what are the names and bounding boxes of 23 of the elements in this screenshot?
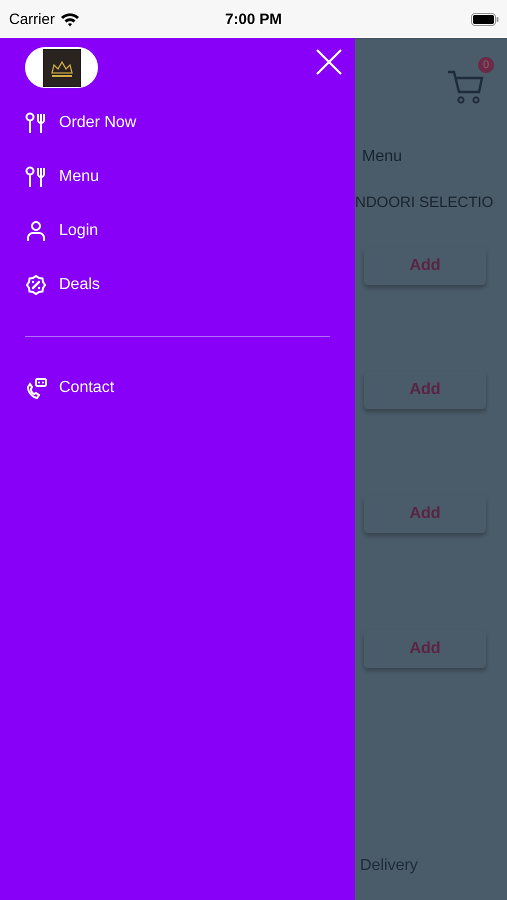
battery-icon (471, 12, 499, 26)
discount-badge-icon (25, 274, 47, 296)
category-title: NDOORI SELECTIO (355, 194, 494, 211)
drawer-menu-item[interactable]: Contact (59, 379, 114, 397)
drawer-menu-item[interactable]: Deals (59, 276, 100, 294)
utensils-icon (25, 112, 47, 134)
add-button[interactable]: Add (364, 630, 486, 668)
restaurant-logo[interactable] (25, 47, 98, 88)
crown-logo-icon (42, 48, 80, 86)
carrier-label: Carrier (9, 10, 55, 28)
person-icon (25, 220, 47, 242)
clock-time: 7:00 PM (224, 10, 283, 28)
add-button[interactable]: Add (364, 247, 486, 285)
wifi-icon (60, 12, 80, 26)
add-button[interactable]: Add (364, 371, 486, 409)
menu-tab[interactable]: Menu (362, 148, 507, 166)
close-icon[interactable] (315, 48, 343, 76)
drawer-menu-item[interactable]: Login (59, 222, 98, 240)
drawer-menu-item[interactable]: Order Now (59, 114, 136, 132)
utensils-icon (25, 166, 47, 188)
phone-chat-icon (25, 377, 47, 399)
add-button[interactable]: Add (364, 495, 486, 533)
drawer-menu-item[interactable]: Menu (59, 168, 100, 186)
